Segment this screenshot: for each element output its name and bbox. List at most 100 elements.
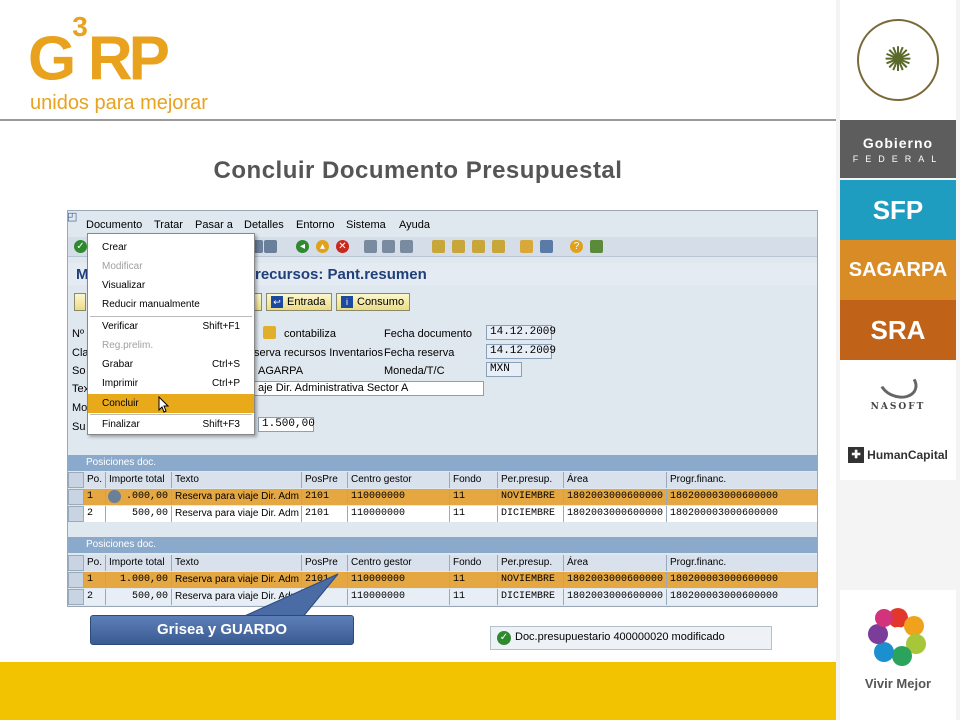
g3rp-logo: G3RP [28, 11, 170, 94]
enter-icon[interactable]: ✓ [74, 240, 87, 253]
shortcut-icon[interactable] [540, 240, 553, 253]
row-selector[interactable] [68, 506, 84, 522]
menu-item-finalizar[interactable]: Finalizar Shift+F3 [88, 415, 254, 434]
select-all-cell[interactable] [68, 472, 84, 488]
cancel-icon[interactable]: ✕ [336, 240, 349, 253]
callout-label: Grisea y GUARDO [90, 615, 354, 645]
menu-entorno[interactable]: Entorno [296, 219, 335, 231]
row-selector[interactable] [68, 489, 84, 505]
first-page-icon[interactable] [432, 240, 445, 253]
menu-ayuda[interactable]: Ayuda [399, 219, 430, 231]
col-texto[interactable]: Texto [172, 472, 302, 488]
table-row[interactable]: 2 500,00 Reserva para viaje Dir. Adm 21 … [68, 589, 817, 605]
sfp-logo: SFP [840, 180, 956, 240]
table-header-row: Po. Importe total Texto PosPre Centro ge… [68, 472, 817, 488]
slide-title: Concluir Documento Presupuestal [213, 157, 623, 184]
sociedad-value: AGARPA [258, 365, 304, 377]
table-row[interactable]: 1 .000,00 Reserva para viaje Dir. Adm 21… [68, 489, 817, 505]
eagle-icon: ✺ [857, 19, 939, 101]
col-pospre[interactable]: PosPre [302, 472, 348, 488]
app-icon-button[interactable] [74, 293, 86, 311]
row-detail-icon[interactable] [108, 490, 121, 503]
humancapital-label: HumanCapital [867, 448, 948, 462]
col-po[interactable]: Po. [84, 472, 106, 488]
layout-icon[interactable] [590, 240, 603, 253]
table1-title: Posiciones doc. [68, 455, 817, 471]
federal-label: FEDERAL [852, 154, 944, 164]
help-icon[interactable]: ? [570, 240, 583, 253]
next-page-icon[interactable] [472, 240, 485, 253]
sra-logo: SRA [840, 300, 956, 360]
suma-field: 1.500,00 [258, 417, 315, 432]
menu-item-visualizar[interactable]: Visualizar [88, 276, 254, 295]
menu-detalles[interactable]: Detalles [244, 219, 284, 231]
footer-bar [0, 662, 836, 720]
fecha-reserva-field[interactable]: 14.12.2009 [486, 344, 556, 359]
label-su: Su [72, 421, 86, 433]
printer-icon[interactable] [364, 240, 377, 253]
documento-dropdown-menu: Crear Modificar Visualizar Reducir manua… [87, 233, 255, 435]
contabiliza-icon [263, 326, 276, 339]
mexico-seal: ✺ [840, 0, 956, 120]
nasoft-label: NASOFT [870, 402, 926, 412]
menu-item-grabar[interactable]: Grabar Ctrl+S [88, 355, 254, 374]
col-progr-financ[interactable]: Progr.financ. [667, 472, 817, 488]
menu-documento[interactable]: Documento [86, 219, 142, 231]
menu-sistema[interactable]: Sistema [346, 219, 386, 231]
header-divider [0, 119, 836, 121]
consumo-button[interactable]: i Consumo [336, 293, 410, 311]
status-message-text: Doc.presupuestario 400000020 modificado [515, 631, 725, 643]
hc-icon: ✚ [848, 447, 865, 463]
menu-item-concluir[interactable]: Concluir [88, 394, 254, 413]
swirl-icon [874, 362, 922, 404]
humancapital-logo: ✚ HumanCapital [840, 430, 956, 480]
gobierno-label: Gobierno [862, 135, 934, 151]
prev-page-icon[interactable] [452, 240, 465, 253]
label-mo: Mo [72, 402, 88, 414]
texto-field[interactable]: aje Dir. Administrativa Sector A [254, 381, 484, 396]
exit-icon[interactable]: ▴ [316, 240, 329, 253]
col-centro-gestor[interactable]: Centro gestor [348, 472, 450, 488]
logo-tagline: unidos para mejorar [30, 92, 208, 114]
find-icon[interactable] [382, 240, 395, 253]
entrada-button[interactable]: ↩ Entrada [266, 293, 332, 311]
menu-item-reg-prelim: Reg.prelim. [102, 340, 154, 351]
table-row[interactable]: 2 500,00 Reserva para viaje Dir. Adm 210… [68, 506, 817, 522]
new-session-icon[interactable] [520, 240, 533, 253]
menu-item-imprimir[interactable]: Imprimir Ctrl+P [88, 374, 254, 393]
select-all-cell[interactable] [68, 555, 84, 571]
menu-pasar-a[interactable]: Pasar a [195, 219, 233, 231]
label-so: So [72, 365, 86, 377]
entrada-icon: ↩ [271, 296, 283, 309]
col-fondo[interactable]: Fondo [450, 472, 498, 488]
row-selector[interactable] [68, 572, 84, 588]
menu-item-verificar[interactable]: Verificar Shift+F1 [88, 317, 254, 336]
menu-tratar[interactable]: Tratar [154, 219, 183, 231]
menu-item-reducir[interactable]: Reducir manualmente [88, 295, 254, 314]
col-importe[interactable]: Importe total [106, 472, 172, 488]
sagarpa-logo: SAGARPA [840, 240, 956, 300]
menu-item-crear[interactable]: Crear [88, 238, 254, 257]
fecha-documento-field[interactable]: 14.12.2009 [486, 325, 556, 340]
print-icon[interactable] [264, 240, 277, 253]
window-corner-icon: ◰ [67, 211, 78, 223]
sponsor-sidebar: ✺ Gobierno FEDERAL SFP SAGARPA SRA NASOF… [836, 0, 960, 720]
last-page-icon[interactable] [492, 240, 505, 253]
label-no: Nº [72, 328, 84, 340]
vivir-mejor-logo: Vivir Mejor [840, 590, 956, 720]
mouse-cursor-icon [158, 396, 170, 413]
screen-title-right: recursos: Pant.resumen [255, 266, 427, 283]
table-row[interactable]: 1 1.000,00 Reserva para viaje Dir. Adm 2… [68, 572, 817, 588]
nasoft-logo: NASOFT [840, 360, 956, 430]
col-area[interactable]: Área [564, 472, 667, 488]
col-per-presup[interactable]: Per.presup. [498, 472, 564, 488]
label-fecha-documento: Fecha documento [384, 328, 473, 340]
find-next-icon[interactable] [400, 240, 413, 253]
label-contabiliza: contabiliza [284, 328, 336, 340]
label-fecha-reserva: Fecha reserva [384, 347, 455, 359]
row-selector[interactable] [68, 589, 84, 605]
moneda-field[interactable]: MXN [486, 362, 522, 377]
menu-item-modificar: Modificar [102, 261, 143, 272]
gobierno-federal-logo: Gobierno FEDERAL [840, 120, 956, 178]
back-icon[interactable]: ◂ [296, 240, 309, 253]
